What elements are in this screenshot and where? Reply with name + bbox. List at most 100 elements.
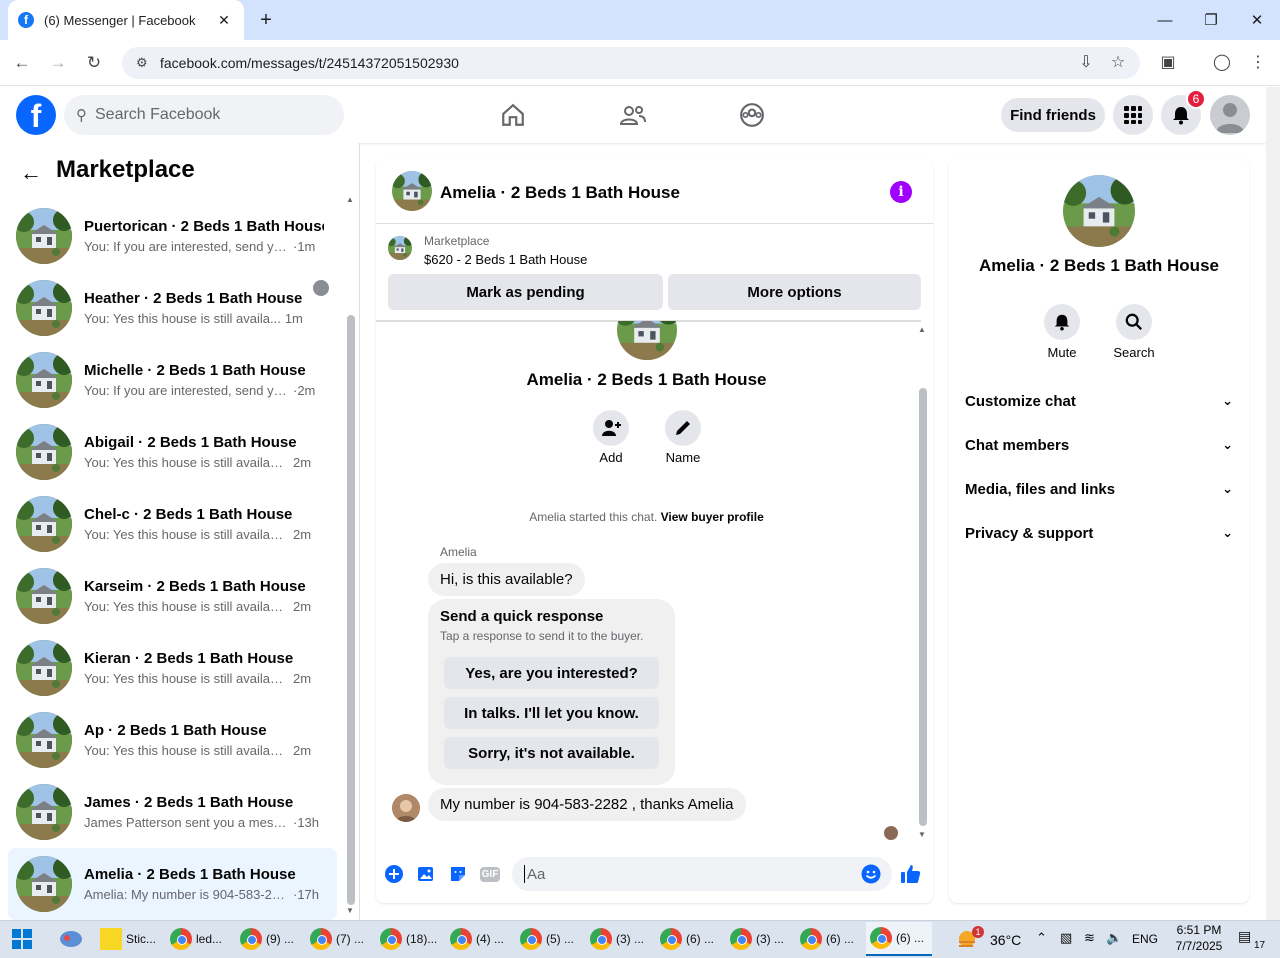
forward-icon[interactable]: → bbox=[46, 51, 70, 75]
taskbar-item-label: (9) ... bbox=[266, 932, 295, 946]
more-options-button[interactable]: More options bbox=[668, 274, 921, 310]
listing-title[interactable]: $620 - 2 Beds 1 Bath House bbox=[424, 252, 587, 267]
taskbar-sticky-notes[interactable]: Stic... bbox=[96, 922, 162, 956]
chat-title[interactable]: Amelia · 2 Beds 1 Bath House bbox=[440, 183, 680, 203]
conversation-item[interactable]: Kieran · 2 Beds 1 Bath House You: Yes thi… bbox=[8, 632, 337, 704]
tray-chevron-icon[interactable]: ⌃ bbox=[1036, 930, 1047, 946]
chat-info-avatar[interactable] bbox=[1063, 175, 1135, 247]
messages-scrollbar[interactable] bbox=[919, 388, 927, 826]
site-info-icon[interactable]: ⚙ bbox=[136, 55, 152, 71]
tray-device-icon[interactable]: ▧ bbox=[1060, 930, 1072, 946]
back-arrow-icon[interactable]: ← bbox=[20, 160, 42, 186]
conversation-item[interactable]: Amelia · 2 Beds 1 Bath House Amelia: My n… bbox=[8, 848, 337, 920]
conversation-item[interactable]: Michelle · 2 Beds 1 Bath House You: If yo… bbox=[8, 344, 337, 416]
taskbar-chrome-window[interactable]: led... bbox=[166, 922, 232, 956]
find-friends-button[interactable]: Find friends bbox=[1001, 98, 1105, 132]
conversation-item[interactable]: Abigail · 2 Beds 1 Bath House You: Yes th… bbox=[8, 416, 337, 488]
windows-start-icon[interactable] bbox=[12, 929, 32, 954]
list-scrollbar[interactable] bbox=[347, 315, 355, 905]
photo-icon[interactable] bbox=[416, 864, 436, 884]
add-person-button[interactable] bbox=[593, 410, 629, 446]
reload-icon[interactable]: ↻ bbox=[82, 51, 106, 75]
new-tab-button[interactable]: + bbox=[254, 8, 278, 32]
conversation-thumbnail bbox=[16, 784, 72, 840]
address-bar[interactable]: ⚙ facebook.com/messages/t/24514372051502… bbox=[122, 47, 1140, 79]
conversation-info: Puertorican · 2 Beds 1 Bath House You: If… bbox=[84, 218, 324, 254]
account-avatar[interactable] bbox=[1210, 95, 1250, 135]
taskbar-clock[interactable]: 6:51 PM 7/7/2025 bbox=[1164, 922, 1234, 954]
scroll-up-icon[interactable]: ▲ bbox=[918, 325, 926, 334]
quick-response-sorry-button[interactable]: Sorry, it's not available. bbox=[444, 737, 659, 769]
taskbar-chrome-window[interactable]: (3) ... bbox=[586, 922, 652, 956]
plus-actions-icon[interactable] bbox=[384, 864, 404, 884]
sticker-icon[interactable] bbox=[448, 864, 468, 884]
message-bubble[interactable]: My number is 904-583-2282 , thanks Ameli… bbox=[428, 788, 746, 821]
taskbar-chrome-window[interactable]: (6) ... bbox=[866, 922, 932, 956]
taskbar-chrome-window[interactable]: (18)... bbox=[376, 922, 442, 956]
customize-chat-section[interactable]: Customize chat ⌄ bbox=[965, 389, 1233, 413]
gif-icon[interactable]: GIF bbox=[479, 864, 501, 884]
quick-response-in-talks-button[interactable]: In talks. I'll let you know. bbox=[444, 697, 659, 729]
chat-members-section[interactable]: Chat members ⌄ bbox=[965, 433, 1233, 457]
privacy-support-section[interactable]: Privacy & support ⌄ bbox=[965, 521, 1233, 545]
groups-icon[interactable] bbox=[736, 99, 768, 131]
browser-tab[interactable]: f (6) Messenger | Facebook ✕ bbox=[8, 0, 244, 40]
conversation-item[interactable]: Karseim · 2 Beds 1 Bath House You: Yes th… bbox=[8, 560, 337, 632]
mark-as-pending-button[interactable]: Mark as pending bbox=[388, 274, 663, 310]
install-app-icon[interactable]: ⇩ bbox=[1074, 51, 1098, 75]
chat-avatar[interactable] bbox=[392, 171, 432, 211]
emoji-icon[interactable] bbox=[861, 864, 881, 884]
menu-grid-icon[interactable] bbox=[1113, 95, 1153, 135]
conversation-item[interactable]: Chel-c · 2 Beds 1 Bath House You: Yes thi… bbox=[8, 488, 337, 560]
bookmark-star-icon[interactable]: ☆ bbox=[1106, 51, 1130, 75]
language-indicator[interactable]: ENG bbox=[1132, 932, 1158, 946]
restore-button[interactable]: ❐ bbox=[1188, 0, 1234, 40]
like-thumb-icon[interactable] bbox=[899, 862, 923, 886]
taskbar-chrome-window[interactable]: (3) ... bbox=[726, 922, 792, 956]
profile-icon[interactable]: ◯ bbox=[1210, 51, 1234, 75]
taskbar-chrome-window[interactable]: (6) ... bbox=[656, 922, 722, 956]
message-bubble[interactable]: Hi, is this available? bbox=[428, 563, 585, 596]
message-input[interactable]: Aa bbox=[512, 857, 892, 891]
conversation-snippet: You: Yes this house is still availa... bbox=[84, 311, 281, 326]
taskbar-chrome-window[interactable]: (6) ... bbox=[796, 922, 862, 956]
weather-temp[interactable]: 36°C bbox=[990, 932, 1021, 948]
conversation-item[interactable]: Heather · 2 Beds 1 Bath House You: Yes th… bbox=[8, 272, 337, 344]
facebook-search-input[interactable]: ⚲ Search Facebook bbox=[64, 95, 344, 135]
volume-icon[interactable]: 🔈 bbox=[1106, 930, 1122, 946]
taskbar-chrome-window[interactable]: (9) ... bbox=[236, 922, 302, 956]
facebook-logo[interactable]: f bbox=[16, 95, 56, 135]
taskbar-item-label: (4) ... bbox=[476, 932, 505, 946]
notification-badge: 6 bbox=[1186, 89, 1206, 109]
home-icon[interactable] bbox=[497, 99, 529, 131]
wifi-icon[interactable]: ≋ bbox=[1084, 930, 1095, 946]
listing-thumbnail[interactable] bbox=[388, 236, 412, 260]
chrome-menu-icon[interactable]: ⋮ bbox=[1246, 51, 1270, 75]
friends-icon[interactable] bbox=[617, 99, 649, 131]
taskbar-chrome-window[interactable]: (7) ... bbox=[306, 922, 372, 956]
scroll-up-icon[interactable]: ▲ bbox=[346, 195, 354, 204]
search-in-chat-button[interactable] bbox=[1116, 304, 1152, 340]
window-close-button[interactable]: ✕ bbox=[1234, 0, 1280, 40]
minimize-button[interactable]: — bbox=[1142, 0, 1188, 40]
page-scrollbar[interactable] bbox=[1266, 87, 1280, 920]
mute-bell-button[interactable] bbox=[1044, 304, 1080, 340]
app-pinned-icon[interactable] bbox=[58, 928, 84, 950]
quick-response-yes-button[interactable]: Yes, are you interested? bbox=[444, 657, 659, 689]
conversation-item[interactable]: Ap · 2 Beds 1 Bath House You: Yes this ho… bbox=[8, 704, 337, 776]
back-icon[interactable]: ← bbox=[10, 51, 34, 75]
media-files-links-section[interactable]: Media, files and links ⌄ bbox=[965, 477, 1233, 501]
scroll-down-icon[interactable]: ▼ bbox=[918, 830, 926, 839]
scroll-down-icon[interactable]: ▼ bbox=[346, 906, 354, 915]
view-buyer-profile-link[interactable]: View buyer profile bbox=[661, 510, 764, 524]
taskbar-chrome-window[interactable]: (5) ... bbox=[516, 922, 582, 956]
conversation-time: 2m bbox=[293, 743, 312, 758]
tab-search-icon[interactable]: ▣ bbox=[1156, 51, 1180, 75]
taskbar-chrome-window[interactable]: (4) ... bbox=[446, 922, 512, 956]
tab-close-icon[interactable]: ✕ bbox=[214, 12, 234, 29]
conversation-item[interactable]: James · 2 Beds 1 Bath House James Patters… bbox=[8, 776, 337, 848]
conversation-item[interactable]: Puertorican · 2 Beds 1 Bath House You: If… bbox=[8, 200, 337, 272]
sender-avatar[interactable] bbox=[392, 794, 420, 822]
edit-name-button[interactable] bbox=[665, 410, 701, 446]
info-icon[interactable]: i bbox=[890, 181, 912, 203]
